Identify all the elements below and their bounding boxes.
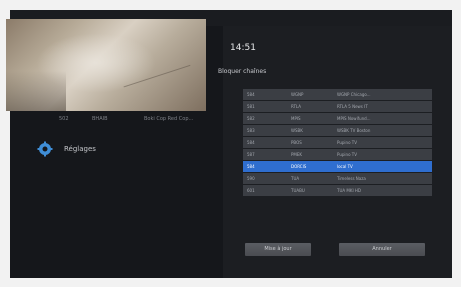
preview-program-title: Boki Cop Red Cop... <box>144 116 194 122</box>
channel-code: DORCIS <box>291 164 307 169</box>
gear-icon <box>37 141 53 157</box>
channel-row[interactable]: 584 WGNP WGNP Chicago... <box>243 89 432 100</box>
channel-row[interactable]: 583 WSBK WSBK TV Boston <box>243 125 432 136</box>
channel-num: 583 <box>247 128 255 133</box>
channel-name: Pupino TV <box>337 152 357 157</box>
settings-menu-item[interactable]: Réglages <box>37 141 96 157</box>
cancel-button[interactable]: Annuler <box>339 243 425 256</box>
channel-num: 587 <box>247 152 255 157</box>
preview-channel-code: BHAIB <box>92 116 108 122</box>
channel-code: TUA <box>291 176 300 181</box>
video-preview <box>6 19 206 111</box>
channel-row[interactable]: 587 PMEK Pupino TV <box>243 149 432 160</box>
channel-code: PMEK <box>291 152 303 157</box>
channel-row[interactable]: 582 MPIS MPIS Nowifund... <box>243 113 432 124</box>
channel-num: 590 <box>247 176 255 181</box>
channel-num: 582 <box>247 116 255 121</box>
channel-num: 584 <box>247 92 255 97</box>
channel-row[interactable]: 584 PBOS Pupino TV <box>243 137 432 148</box>
channel-row[interactable]: 590 TUA Timeless Naza <box>243 173 432 184</box>
section-title: Bloquer chaînes <box>218 68 267 75</box>
preview-caption: 502 BHAIB Boki Cop Red Cop... <box>6 115 206 125</box>
clock-time: 14:51 <box>230 43 256 53</box>
preview-shadow <box>6 71 66 111</box>
channel-name: WSBK TV Boston <box>337 128 371 133</box>
channel-name: local TV <box>337 164 353 169</box>
channel-row[interactable]: 601 TUABU TUA MKI HD <box>243 185 432 196</box>
channel-name: RTLA 5 News IT <box>337 104 368 109</box>
channel-num: 581 <box>247 104 255 109</box>
settings-label: Réglages <box>64 145 96 153</box>
channel-code: PBOS <box>291 140 302 145</box>
channel-list: 584 WGNP WGNP Chicago... 581 RTLA RTLA 5 News… <box>243 89 432 197</box>
channel-name: Timeless Naza <box>337 176 366 181</box>
channel-name: MPIS Nowifund... <box>337 116 371 121</box>
channel-code: WSBK <box>291 128 303 133</box>
channel-num: 584 <box>247 140 255 145</box>
channel-code: WGNP <box>291 92 304 97</box>
channel-code: RTLA <box>291 104 301 109</box>
channel-row[interactable]: 584 DORCIS local TV <box>243 161 432 172</box>
channel-code: TUABU <box>291 188 305 193</box>
channel-name: Pupino TV <box>337 140 357 145</box>
update-button[interactable]: Mise à jour <box>245 243 311 256</box>
channel-name: WGNP Chicago... <box>337 92 371 97</box>
channel-name: TUA MKI HD <box>337 188 361 193</box>
channel-code: MPIS <box>291 116 301 121</box>
channel-num: 601 <box>247 188 255 193</box>
preview-channel-number: 502 <box>59 116 69 122</box>
channel-row[interactable]: 581 RTLA RTLA 5 News IT <box>243 101 432 112</box>
channel-num: 584 <box>247 164 255 169</box>
